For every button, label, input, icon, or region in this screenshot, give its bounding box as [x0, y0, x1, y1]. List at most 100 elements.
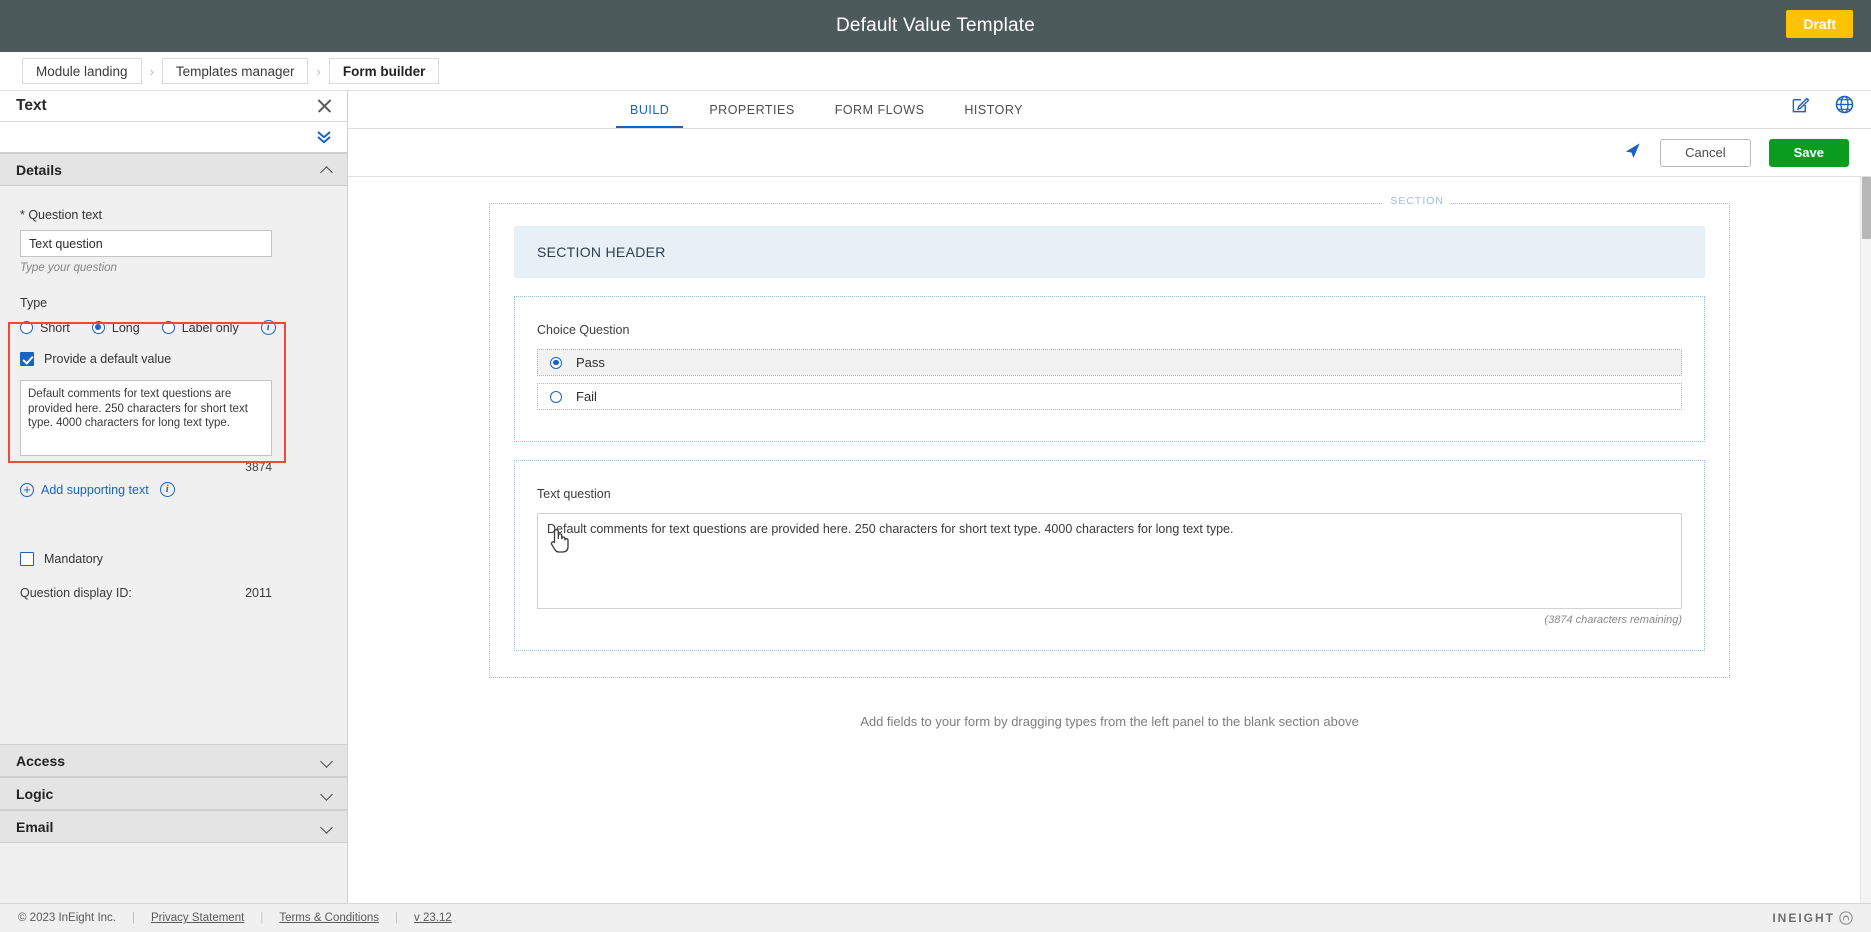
info-icon[interactable]: i: [260, 320, 276, 335]
accordion-stack: Access Logic Email: [0, 744, 347, 843]
accordion-header-email[interactable]: Email: [0, 810, 347, 843]
footer-link-privacy-statement[interactable]: Privacy Statement: [151, 912, 244, 924]
scrollbar-thumb[interactable]: [1862, 177, 1871, 239]
type-radio-label-long: Long: [111, 320, 140, 335]
left-properties-panel: Text Details * Question text Type your q…: [0, 91, 348, 903]
page-title: Default Value Template: [835, 15, 1036, 36]
section-tag-label: SECTION: [1383, 195, 1451, 207]
accordion-title-details: Details: [16, 161, 62, 178]
breadcrumb-separator: ›: [149, 63, 154, 79]
question-text-label: * Question text: [20, 208, 102, 222]
type-radio-group: Short Long Label only i: [20, 320, 327, 335]
main-content: BUILD PROPERTIES FORM FLOWS HISTORY Canc…: [348, 91, 1871, 903]
tab-bar: BUILD PROPERTIES FORM FLOWS HISTORY: [348, 91, 1871, 129]
choice-question-label: Choice Question: [537, 323, 630, 337]
checkbox-icon-default-value: [20, 352, 34, 366]
type-radio-short[interactable]: Short: [20, 321, 70, 335]
footer-separator: |: [395, 912, 399, 924]
provide-default-value-label: Provide a default value: [44, 352, 172, 366]
save-button[interactable]: Save: [1768, 138, 1849, 167]
tab-history[interactable]: HISTORY: [944, 103, 1043, 128]
mandatory-checkbox[interactable]: Mandatory: [20, 552, 327, 566]
radio-icon-short: [20, 321, 33, 334]
breadcrumb-separator: ›: [316, 63, 321, 79]
type-label: Type: [20, 296, 48, 310]
tab-bar-icons: [1791, 94, 1855, 120]
status-badge[interactable]: Draft: [1786, 10, 1853, 38]
left-panel-title: Text: [16, 97, 47, 114]
chevron-down-icon: [321, 821, 333, 833]
footer-separator: |: [131, 912, 135, 924]
add-supporting-text-button[interactable]: + Add supporting text i: [20, 482, 327, 497]
accordion-header-details[interactable]: Details: [0, 153, 347, 186]
footer-link-terms-conditions[interactable]: Terms & Conditions: [279, 912, 379, 924]
footer-link-version[interactable]: v 23.12: [414, 912, 452, 924]
form-canvas: SECTION SECTION HEADER Choice Question P…: [348, 177, 1871, 903]
action-bar: Cancel Save: [348, 129, 1871, 177]
chevron-down-icon: [321, 755, 333, 767]
tab-form-flows[interactable]: FORM FLOWS: [815, 103, 945, 128]
text-question-label: Text question: [537, 487, 611, 501]
ineight-logo-text: INEIGHT: [1772, 911, 1835, 925]
default-value-textarea[interactable]: Default comments for text questions are …: [20, 380, 272, 456]
radio-icon-pass: [550, 356, 562, 369]
text-question-textarea[interactable]: Default comments for text questions are …: [537, 513, 1682, 609]
radio-icon-long: [91, 321, 105, 334]
accordion-header-access[interactable]: Access: [0, 744, 347, 777]
tab-build[interactable]: BUILD: [610, 103, 689, 128]
accordion-title-access: Access: [16, 752, 66, 769]
question-display-id-row: Question display ID: 2011: [20, 586, 272, 600]
footer: © 2023 InEight Inc. | Privacy Statement …: [0, 903, 1871, 932]
choice-option-fail[interactable]: Fail: [537, 383, 1682, 410]
radio-icon-fail: [550, 390, 562, 403]
plus-circle-icon: +: [20, 482, 34, 497]
footer-copyright: © 2023 InEight Inc.: [18, 912, 116, 924]
left-panel-subbar: [0, 122, 347, 153]
window-title-bar: Default Value Template Draft: [0, 0, 1871, 52]
ineight-logo: INEIGHT: [1772, 911, 1853, 925]
choice-question-block[interactable]: Choice Question Pass Fail: [514, 296, 1705, 442]
cancel-button[interactable]: Cancel: [1660, 138, 1751, 167]
breadcrumb: Module landing › Templates manager › For…: [0, 52, 1871, 91]
accordion-header-logic[interactable]: Logic: [0, 777, 347, 810]
type-radio-label-short: Short: [40, 320, 70, 335]
breadcrumb-item-module-landing[interactable]: Module landing: [22, 58, 142, 84]
edit-pencil-icon[interactable]: [1791, 95, 1810, 119]
tab-properties[interactable]: PROPERTIES: [689, 103, 814, 128]
close-icon[interactable]: [315, 97, 333, 115]
text-question-remaining: (3874 characters remaining): [1544, 614, 1682, 626]
default-value-char-count: 3874: [245, 460, 272, 474]
info-icon[interactable]: i: [159, 482, 175, 497]
send-arrow-icon[interactable]: [1623, 141, 1642, 165]
checkbox-icon-mandatory: [20, 552, 34, 566]
double-chevron-down-icon[interactable]: [315, 129, 333, 145]
form-section[interactable]: SECTION SECTION HEADER Choice Question P…: [489, 195, 1730, 678]
provide-default-value-checkbox[interactable]: Provide a default value: [20, 352, 327, 366]
mandatory-label: Mandatory: [44, 552, 104, 566]
breadcrumb-item-templates-manager[interactable]: Templates manager: [161, 58, 309, 84]
choice-option-label-pass: Pass: [576, 355, 605, 370]
type-radio-label-only[interactable]: Label only: [161, 320, 239, 335]
question-text-hint: Type your question: [20, 262, 117, 274]
canvas-scrollbar[interactable]: [1860, 177, 1871, 903]
section-header[interactable]: SECTION HEADER: [514, 226, 1705, 278]
left-panel-header: Text: [0, 91, 347, 122]
chevron-up-icon: [321, 164, 333, 176]
choice-option-label-fail: Fail: [576, 389, 597, 404]
text-question-block[interactable]: Text question Default comments for text …: [514, 460, 1705, 651]
footer-separator: |: [260, 912, 264, 924]
choice-option-pass[interactable]: Pass: [537, 349, 1682, 376]
type-radio-long[interactable]: Long: [91, 320, 140, 335]
question-display-id-value: 2011: [245, 586, 272, 600]
chevron-down-icon: [321, 788, 333, 800]
breadcrumb-item-form-builder[interactable]: Form builder: [328, 58, 440, 84]
details-body: * Question text Type your question Type …: [0, 186, 347, 600]
accordion-title-email: Email: [16, 818, 54, 835]
type-radio-label-label-only: Label only: [181, 320, 239, 335]
accordion-title-logic: Logic: [16, 785, 54, 802]
canvas-help-note: Add fields to your form by dragging type…: [860, 714, 1359, 729]
ineight-logo-mark: [1839, 911, 1853, 925]
question-text-input[interactable]: [20, 230, 272, 257]
add-supporting-text-label: Add supporting text: [41, 482, 149, 497]
globe-icon[interactable]: [1834, 94, 1855, 120]
